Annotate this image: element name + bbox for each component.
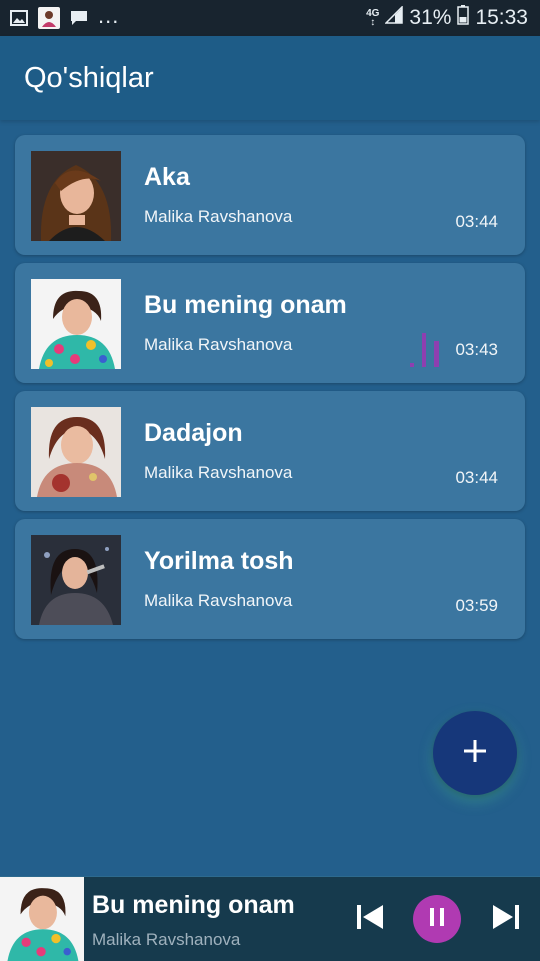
plus-icon	[463, 739, 487, 768]
app-bar: Qo'shiqlar	[0, 36, 540, 120]
gallery-notification-icon	[10, 10, 28, 26]
now-playing-bar[interactable]: Bu mening onam Malika Ravshanova	[0, 876, 540, 961]
status-bar: ... 4G ↕ 31% 15:33	[0, 0, 540, 36]
song-item[interactable]: Yorilma tosh Malika Ravshanova 03:59	[15, 519, 525, 639]
song-artist: Malika Ravshanova	[144, 591, 293, 610]
battery-icon	[457, 5, 470, 31]
song-duration: 03:44	[455, 468, 498, 487]
song-duration: 03:43	[455, 340, 498, 359]
song-artist: Malika Ravshanova	[144, 335, 293, 354]
song-list: Aka Malika Ravshanova 03:44 Bu mening on…	[15, 135, 525, 647]
add-song-button[interactable]	[433, 711, 517, 795]
song-artist: Malika Ravshanova	[144, 207, 293, 226]
song-thumbnail	[31, 535, 121, 625]
signal-icon	[384, 5, 404, 30]
pause-icon	[428, 907, 446, 932]
song-thumbnail	[31, 279, 121, 369]
song-thumbnail	[31, 407, 121, 497]
battery-percent: 31%	[409, 6, 452, 29]
clock: 15:33	[475, 6, 528, 29]
next-button[interactable]	[486, 899, 526, 939]
previous-button[interactable]	[350, 899, 390, 939]
now-playing-title: Bu mening onam	[92, 891, 295, 919]
song-duration: 03:59	[455, 596, 498, 615]
equalizer-playing-icon	[410, 333, 440, 367]
song-title: Yorilma tosh	[144, 547, 294, 575]
app-notification-icon	[38, 7, 60, 29]
now-playing-thumbnail	[0, 877, 84, 961]
song-duration: 03:44	[455, 212, 498, 231]
network-type: 4G ↕	[366, 8, 380, 28]
song-title: Aka	[144, 163, 190, 191]
more-notifications-indicator: ...	[98, 3, 120, 28]
song-artist: Malika Ravshanova	[144, 463, 293, 482]
pause-button[interactable]	[413, 895, 461, 943]
page-title: Qo'shiqlar	[24, 61, 154, 94]
song-title: Dadajon	[144, 419, 243, 447]
previous-icon	[355, 903, 385, 936]
song-thumbnail	[31, 151, 121, 241]
message-notification-icon	[70, 10, 88, 26]
song-item[interactable]: Aka Malika Ravshanova 03:44	[15, 135, 525, 255]
now-playing-artist: Malika Ravshanova	[92, 930, 241, 949]
song-item[interactable]: Dadajon Malika Ravshanova 03:44	[15, 391, 525, 511]
next-icon	[491, 903, 521, 936]
song-item[interactable]: Bu mening onam Malika Ravshanova 03:43	[15, 263, 525, 383]
song-title: Bu mening onam	[144, 291, 347, 319]
